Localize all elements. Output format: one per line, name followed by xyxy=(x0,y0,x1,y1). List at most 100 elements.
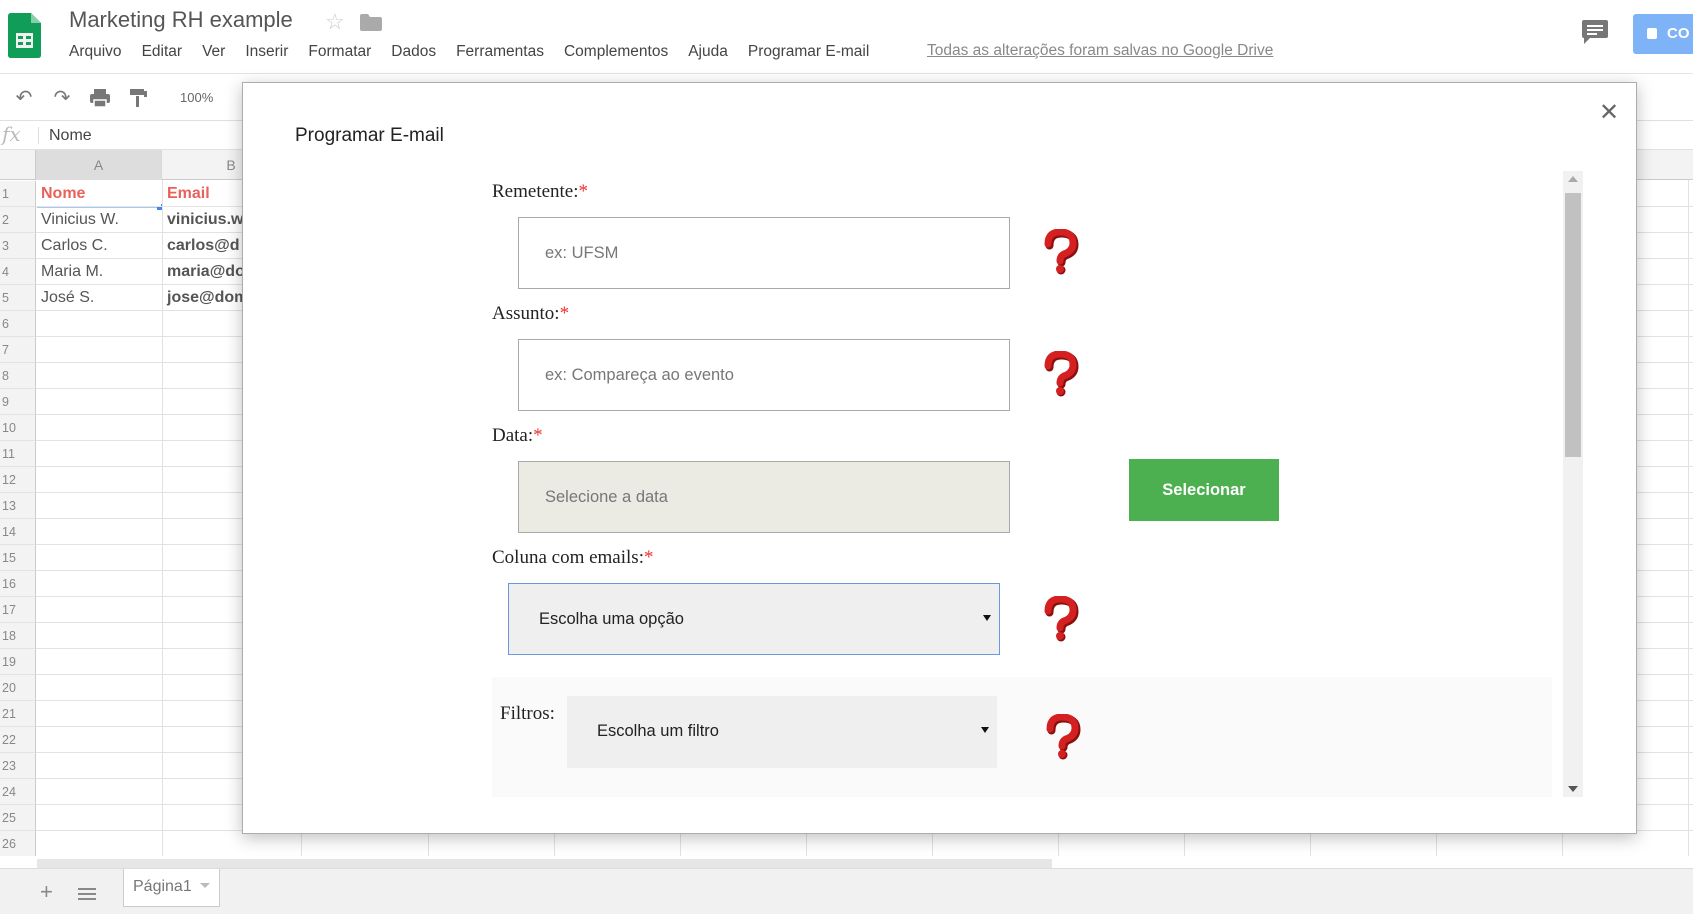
coluna-emails-label: Coluna com emails:* xyxy=(492,547,654,568)
redo-icon[interactable]: ↷ xyxy=(50,87,74,109)
row-header[interactable]: 2 xyxy=(0,207,36,233)
assunto-label: Assunto:* xyxy=(492,303,570,324)
formula-input[interactable]: Nome xyxy=(49,127,92,145)
cell-b[interactable]: carlos@d xyxy=(163,233,243,259)
add-sheet-icon[interactable]: + xyxy=(40,879,53,905)
menu-editar[interactable]: Editar xyxy=(142,43,183,61)
dropdown-arrow-icon xyxy=(981,727,989,733)
assunto-input[interactable]: ex: Compareça ao evento xyxy=(518,339,1010,411)
row-header[interactable]: 12 xyxy=(0,467,36,493)
fx-icon: fx xyxy=(2,122,21,146)
share-label: Co xyxy=(1667,25,1690,42)
cell-b[interactable]: jose@dom xyxy=(163,285,243,311)
select-all-corner[interactable] xyxy=(0,150,36,180)
all-sheets-icon[interactable] xyxy=(78,888,96,900)
help-question-icon[interactable] xyxy=(1039,351,1079,397)
required-asterisk: * xyxy=(578,181,589,202)
scroll-up-icon[interactable] xyxy=(1568,176,1578,182)
row-header[interactable]: 9 xyxy=(0,389,36,415)
row-header[interactable]: 14 xyxy=(0,519,36,545)
remetente-label: Remetente:* xyxy=(492,181,589,202)
row-header[interactable]: 20 xyxy=(0,675,36,701)
column-gridline xyxy=(1688,180,1689,856)
star-icon[interactable]: ☆ xyxy=(325,9,345,35)
required-asterisk: * xyxy=(643,547,654,568)
help-question-icon[interactable] xyxy=(1039,596,1079,642)
cell-a[interactable]: Nome xyxy=(37,181,161,207)
row-header[interactable]: 10 xyxy=(0,415,36,441)
close-icon[interactable]: ✕ xyxy=(1599,101,1619,125)
cell-a[interactable]: José S. xyxy=(37,285,161,311)
cell-b[interactable]: vinicius.w xyxy=(163,207,243,233)
menu-programar-email[interactable]: Programar E-mail xyxy=(748,43,869,61)
cell-a[interactable]: Maria M. xyxy=(37,259,161,285)
row-header[interactable]: 7 xyxy=(0,337,36,363)
document-title[interactable]: Marketing RH example xyxy=(69,7,293,33)
print-icon[interactable] xyxy=(88,87,112,109)
share-button[interactable]: Co xyxy=(1633,14,1693,54)
row-header[interactable]: 21 xyxy=(0,701,36,727)
row-header[interactable]: 3 xyxy=(0,233,36,259)
app-header: Marketing RH example ☆ Arquivo Editar Ve… xyxy=(0,0,1693,74)
folder-icon[interactable] xyxy=(360,14,382,31)
row-header[interactable]: 6 xyxy=(0,311,36,337)
sheet-tab-label: Página1 xyxy=(133,878,192,895)
chevron-down-icon[interactable] xyxy=(199,883,210,888)
cell-a[interactable]: Vinicius W. xyxy=(37,207,161,233)
filtros-label: Filtros: xyxy=(500,703,555,724)
required-asterisk: * xyxy=(533,425,543,446)
row-header[interactable]: 22 xyxy=(0,727,36,753)
email-column-select[interactable]: Escolha uma opção xyxy=(508,583,1000,655)
row-header[interactable]: 19 xyxy=(0,649,36,675)
row-header[interactable]: 4 xyxy=(0,259,36,285)
row-header[interactable]: 26 xyxy=(0,831,36,856)
remetente-input[interactable]: ex: UFSM xyxy=(518,217,1010,289)
sheet-tabs-bar: + Página1 xyxy=(0,868,1693,914)
filter-select[interactable]: Escolha um filtro xyxy=(567,696,997,768)
row-header[interactable]: 1 xyxy=(0,181,36,207)
date-input[interactable]: Selecione a data xyxy=(518,461,1010,533)
column-gridline xyxy=(162,180,163,856)
row-header[interactable]: 11 xyxy=(0,441,36,467)
row-header[interactable]: 16 xyxy=(0,571,36,597)
dialog-title: Programar E-mail xyxy=(295,125,444,146)
row-header[interactable]: 8 xyxy=(0,363,36,389)
row-header[interactable]: 24 xyxy=(0,779,36,805)
sheet-tab-pagina1[interactable]: Página1 xyxy=(123,869,220,907)
help-question-icon[interactable] xyxy=(1041,714,1081,760)
menu-ferramentas[interactable]: Ferramentas xyxy=(456,43,544,61)
row-header[interactable]: 15 xyxy=(0,545,36,571)
menu-inserir[interactable]: Inserir xyxy=(245,43,288,61)
menu-complementos[interactable]: Complementos xyxy=(564,43,668,61)
menu-arquivo[interactable]: Arquivo xyxy=(69,43,122,61)
row-header[interactable]: 5 xyxy=(0,285,36,311)
help-question-icon[interactable] xyxy=(1039,229,1079,275)
dialog-scrollbar[interactable] xyxy=(1563,171,1583,797)
paint-format-icon[interactable] xyxy=(126,87,150,109)
row-header[interactable]: 25 xyxy=(0,805,36,831)
row-header[interactable]: 18 xyxy=(0,623,36,649)
scroll-down-icon[interactable] xyxy=(1568,786,1578,792)
menu-ajuda[interactable]: Ajuda xyxy=(688,43,728,61)
row-header[interactable]: 23 xyxy=(0,753,36,779)
sheets-logo-icon[interactable] xyxy=(8,13,41,58)
formula-divider xyxy=(38,127,39,144)
cell-a[interactable]: Carlos C. xyxy=(37,233,161,259)
save-status-link[interactable]: Todas as alterações foram salvas no Goog… xyxy=(927,42,1273,60)
cell-b[interactable]: maria@do xyxy=(163,259,243,285)
dropdown-arrow-icon xyxy=(983,615,991,621)
comments-icon[interactable] xyxy=(1582,20,1608,44)
data-label: Data:* xyxy=(492,425,543,446)
menu-dados[interactable]: Dados xyxy=(391,43,436,61)
undo-icon[interactable]: ↶ xyxy=(12,87,36,109)
scroll-thumb[interactable] xyxy=(1565,193,1581,457)
row-header[interactable]: 13 xyxy=(0,493,36,519)
cell-b[interactable]: Email xyxy=(163,181,243,207)
menu-ver[interactable]: Ver xyxy=(202,43,225,61)
menu-formatar[interactable]: Formatar xyxy=(308,43,371,61)
column-header-a[interactable]: A xyxy=(36,150,162,180)
select-date-button[interactable]: Selecionar xyxy=(1129,459,1279,521)
zoom-select[interactable]: 100% xyxy=(180,90,213,105)
row-header[interactable]: 17 xyxy=(0,597,36,623)
email-column-select-value: Escolha uma opção xyxy=(539,610,684,628)
